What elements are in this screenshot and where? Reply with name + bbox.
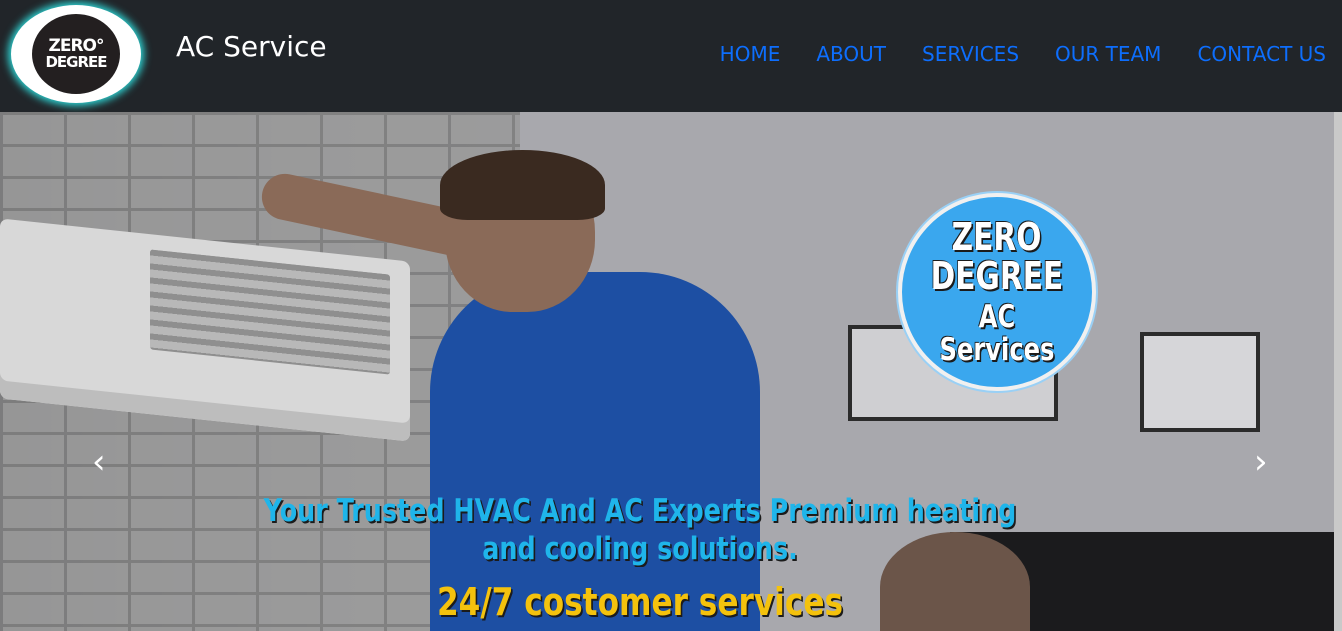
nav-about[interactable]: ABOUT [816, 42, 886, 66]
picture-frame-bicycle [1140, 332, 1260, 432]
technician-hair [440, 150, 605, 220]
badge-line2: DEGREE [930, 254, 1064, 299]
navbar: ZERO° DEGREE AC Service HOME ABOUT SERVI… [0, 0, 1342, 112]
main-nav: HOME ABOUT SERVICES OUR TEAM CONTACT US [720, 42, 1326, 66]
logo[interactable]: ZERO° DEGREE [11, 5, 141, 103]
zero-degree-badge: ZERO DEGREE AC Services [898, 193, 1096, 391]
nav-home[interactable]: HOME [720, 42, 781, 66]
brand-title[interactable]: AC Service [176, 30, 327, 63]
nav-services[interactable]: SERVICES [922, 42, 1019, 66]
hero-sub-caption: 24/7 costomer services [436, 580, 844, 624]
chevron-left-icon[interactable]: ‹ [92, 445, 106, 479]
nav-contact-us[interactable]: CONTACT US [1197, 42, 1326, 66]
technician-body [430, 272, 760, 631]
scrollbar[interactable] [1334, 112, 1342, 631]
nav-our-team[interactable]: OUR TEAM [1055, 42, 1161, 66]
badge-line3: AC Services [939, 299, 1055, 368]
badge-line1: ZERO [952, 214, 1042, 259]
chevron-right-icon[interactable]: › [1254, 445, 1268, 479]
logo-text-line2: DEGREE [45, 53, 107, 71]
logo-mark: ZERO° DEGREE [32, 14, 120, 94]
hero-caption: Your Trusted HVAC And AC Experts Premium… [263, 493, 1017, 567]
